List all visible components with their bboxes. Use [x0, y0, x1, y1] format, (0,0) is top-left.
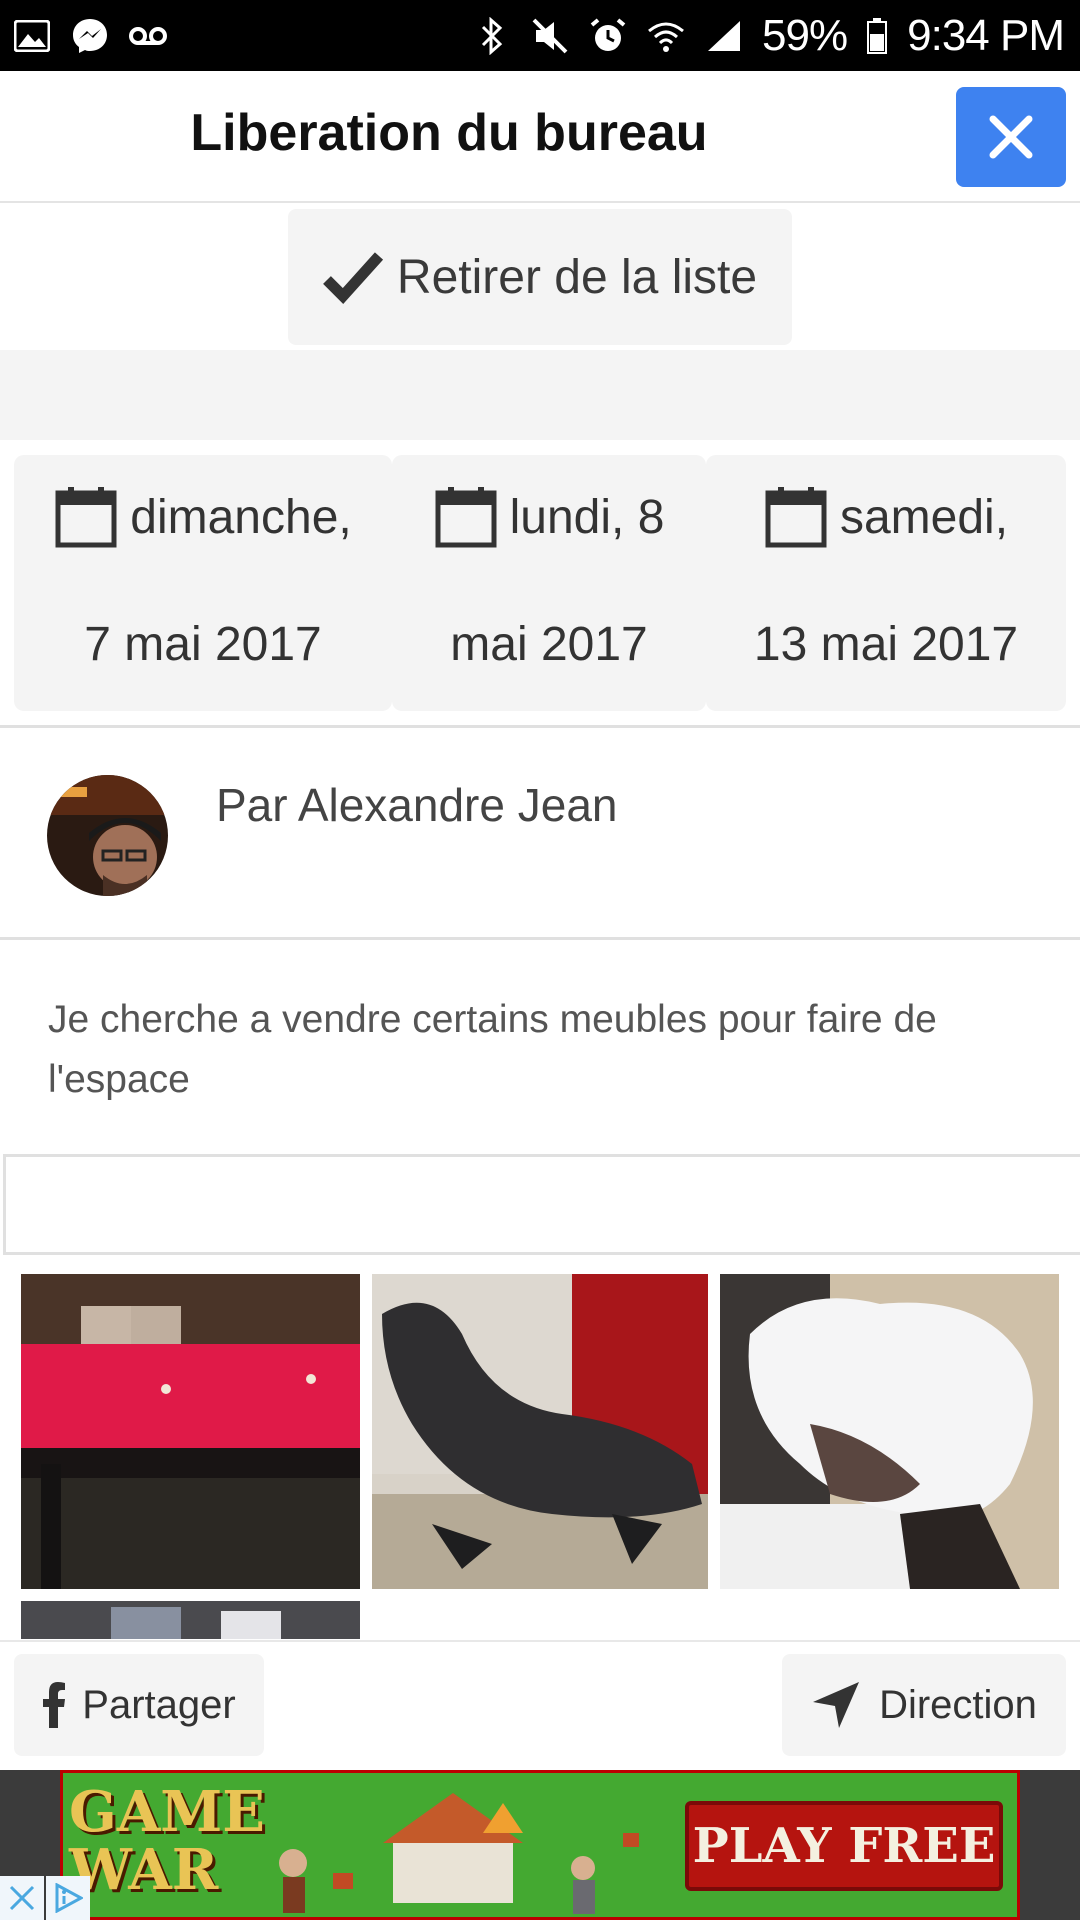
- author-name: Par Alexandre Jean: [216, 779, 618, 831]
- pool-table-photo[interactable]: [21, 1274, 360, 1589]
- share-button[interactable]: Partager: [14, 1654, 264, 1756]
- facebook-icon: [43, 1682, 66, 1728]
- date-card-end: samedi, 13 mai 2017: [706, 455, 1066, 711]
- clock: 9:34 PM: [907, 10, 1065, 60]
- date-middle-day: mai 2017: [450, 618, 648, 671]
- date-start-weekday: dimanche,: [130, 490, 352, 544]
- adchoices-icon: [55, 1883, 83, 1913]
- calendar-icon: [435, 487, 497, 548]
- divider: [0, 725, 1080, 728]
- alarm-icon: [588, 16, 628, 56]
- status-bar: 59% 9:34 PM: [0, 0, 1080, 71]
- remove-from-list-label: Retirer de la liste: [396, 250, 758, 304]
- remove-from-list-button[interactable]: Retirer de la liste: [288, 209, 792, 345]
- ad-info-button[interactable]: [46, 1876, 90, 1920]
- partial-photo[interactable]: [21, 1601, 360, 1639]
- list-action-section: Retirer de la liste: [0, 205, 1080, 350]
- close-button[interactable]: [956, 87, 1066, 187]
- status-bar-left: [12, 16, 168, 56]
- gallery-icon: [12, 16, 52, 56]
- signal-icon: [704, 16, 744, 56]
- wifi-icon: [646, 16, 686, 56]
- page-title: Liberation du bureau: [190, 104, 708, 162]
- ad-banner-container: GAME WAR PLAY FREE: [0, 1770, 1080, 1920]
- chaise-longue-photo[interactable]: [372, 1274, 708, 1589]
- separator-band: [0, 350, 1080, 440]
- date-start-day: 7 mai 2017: [84, 618, 322, 671]
- ad-game-title: GAME WAR: [69, 1779, 265, 1903]
- date-card-start: dimanche, 7 mai 2017: [14, 455, 392, 711]
- navigation-arrow-icon: [813, 1682, 860, 1728]
- messenger-icon: [70, 16, 110, 56]
- ad-banner[interactable]: GAME WAR PLAY FREE: [60, 1770, 1020, 1920]
- calendar-icon: [765, 487, 827, 548]
- calendar-icon: [55, 487, 117, 548]
- event-dates: dimanche, 7 mai 2017 lundi, 8 mai 2017 s…: [14, 455, 1066, 711]
- cushion-photo[interactable]: [720, 1274, 1059, 1589]
- divider: [0, 937, 1080, 940]
- modal-header: Liberation du bureau: [0, 71, 1080, 203]
- status-bar-right: 59% 9:34 PM: [472, 10, 1065, 61]
- mute-icon: [530, 16, 570, 56]
- ad-play-button[interactable]: PLAY FREE: [685, 1801, 1003, 1891]
- date-middle-weekday: lundi, 8: [509, 490, 665, 544]
- date-end-weekday: samedi,: [839, 490, 1009, 544]
- direction-label: Direction: [879, 1682, 1037, 1727]
- close-icon: [9, 1885, 35, 1911]
- close-icon: [989, 115, 1033, 159]
- battery-icon: [865, 16, 889, 56]
- empty-panel: [3, 1154, 1080, 1255]
- battery-percent: 59%: [762, 10, 848, 60]
- share-label: Partager: [82, 1682, 236, 1727]
- date-end-day: 13 mai 2017: [753, 618, 1019, 671]
- checkmark-icon: [323, 252, 383, 304]
- event-description: Je cherche a vendre certains meubles pou…: [48, 998, 937, 1101]
- direction-button[interactable]: Direction: [782, 1654, 1066, 1756]
- bluetooth-icon: [472, 16, 512, 56]
- date-card-middle: lundi, 8 mai 2017: [392, 455, 706, 711]
- voicemail-icon: [128, 16, 168, 56]
- avatar[interactable]: [47, 775, 168, 896]
- ad-close-button[interactable]: [0, 1876, 44, 1920]
- action-bar: Partager Direction: [0, 1640, 1080, 1770]
